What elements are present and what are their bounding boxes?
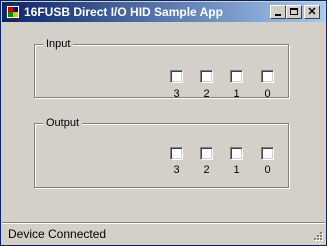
output-bit-2-checkbox[interactable] bbox=[200, 147, 213, 160]
minimize-icon bbox=[275, 14, 281, 16]
close-button[interactable]: ✕ bbox=[304, 5, 320, 19]
status-text: Device Connected bbox=[8, 227, 107, 241]
input-bit-0-checkbox[interactable] bbox=[261, 70, 274, 83]
app-icon[interactable] bbox=[6, 5, 20, 19]
window-title: 16FUSB Direct I/O HID Sample App bbox=[24, 5, 223, 19]
input-bit-2-label: 2 bbox=[203, 88, 210, 100]
minimize-button[interactable] bbox=[270, 5, 286, 19]
maximize-button[interactable] bbox=[286, 5, 302, 19]
input-bit-1-label: 1 bbox=[233, 88, 240, 100]
output-bit-0-checkbox[interactable] bbox=[261, 147, 274, 160]
resize-grip-icon[interactable] bbox=[311, 231, 323, 243]
output-bit-2-label: 2 bbox=[203, 164, 210, 176]
input-group-label: Input bbox=[43, 37, 74, 51]
input-bit-2-checkbox[interactable] bbox=[200, 70, 213, 83]
input-bit-0-label: 0 bbox=[264, 88, 271, 100]
input-bit-3-label: 3 bbox=[173, 88, 180, 100]
close-icon: ✕ bbox=[307, 6, 317, 18]
maximize-icon bbox=[290, 8, 298, 15]
output-bit-0-label: 0 bbox=[264, 164, 271, 176]
input-bit-3-checkbox[interactable] bbox=[170, 70, 183, 83]
input-group: Input 3 2 1 0 bbox=[34, 37, 289, 100]
output-bit-1-checkbox[interactable] bbox=[230, 147, 243, 160]
output-bit-3-checkbox[interactable] bbox=[170, 147, 183, 160]
output-group-label: Output bbox=[43, 116, 83, 130]
output-bit-3-label: 3 bbox=[173, 164, 180, 176]
output-bit-1-label: 1 bbox=[233, 164, 240, 176]
title-bar[interactable]: 16FUSB Direct I/O HID Sample App ✕ bbox=[2, 2, 325, 22]
input-bit-1-checkbox[interactable] bbox=[230, 70, 243, 83]
app-window: 16FUSB Direct I/O HID Sample App ✕ Input… bbox=[0, 0, 327, 246]
status-bar: Device Connected bbox=[2, 222, 325, 245]
output-group: Output 3 2 1 0 bbox=[34, 116, 289, 188]
